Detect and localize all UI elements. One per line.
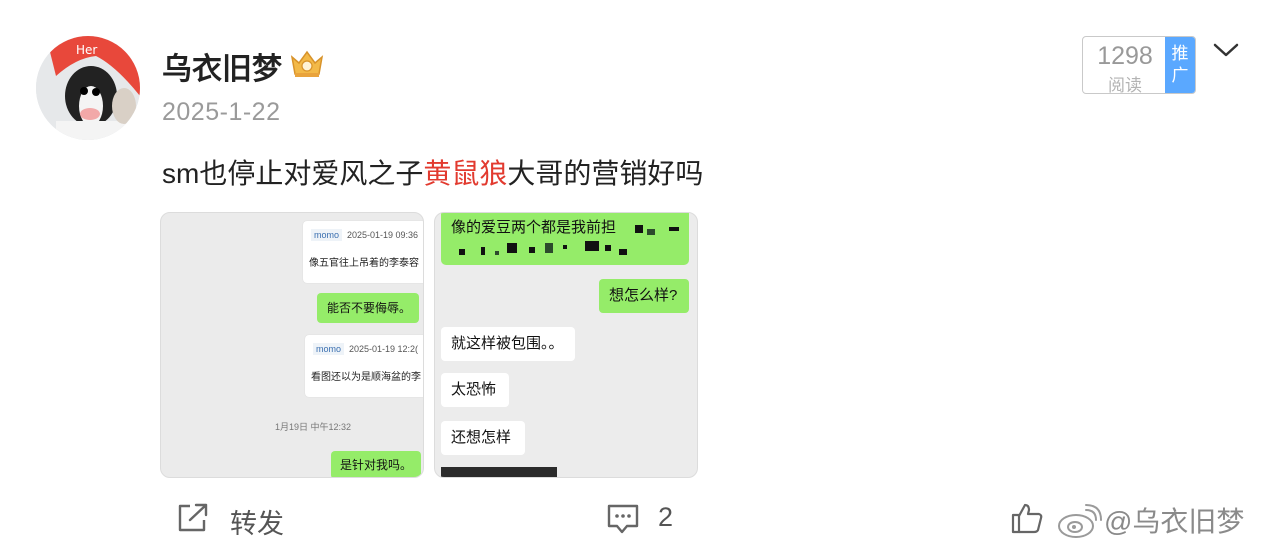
censor-bar — [441, 467, 557, 477]
svg-text:Her: Her — [76, 43, 97, 57]
post-date: 2025-1-22 — [162, 98, 281, 126]
comment-icon[interactable] — [606, 503, 640, 535]
promote-label-1: 推 — [1171, 44, 1189, 63]
post-image-1[interactable]: momo 2025-01-19 09:36 像五官往上吊着的李泰容 能否不要侮辱… — [160, 212, 424, 478]
chat-timestamp: 1月19日 中午12:32 — [275, 422, 352, 432]
chat-bubble-sent: 能否不要侮辱。 — [317, 293, 419, 323]
repost-label[interactable]: 转发 — [230, 502, 284, 541]
promote-label-2: 广 — [1171, 66, 1189, 85]
card-text: 像五官往上吊着的李泰容 — [309, 258, 419, 269]
weibo-post: Her 乌衣旧梦 2025-1-22 1298 阅读 推 广 sm也停止对爱风之… — [0, 0, 1282, 556]
view-count-label: 阅读 — [1108, 76, 1142, 94]
watermark-text: @乌衣旧梦 — [1104, 506, 1245, 537]
quoted-comment-card-1: momo 2025-01-19 09:36 像五官往上吊着的李泰容 — [303, 221, 423, 283]
promote-button[interactable]: 推 广 — [1165, 37, 1195, 93]
chevron-down-icon[interactable] — [1212, 40, 1240, 60]
crown-badge-icon — [290, 50, 324, 77]
chat-bubble-sent: 是针对我吗。 — [331, 451, 421, 477]
avatar[interactable]: Her — [36, 36, 140, 140]
post-text-part-1: sm也停止对爱风之子 — [162, 158, 424, 189]
chat-bubble-sent: 像的爱豆两个都是我前担 — [441, 213, 689, 265]
card-username: momo — [313, 343, 345, 355]
view-count-box: 1298 阅读 推 广 — [1082, 36, 1196, 94]
post-text-highlight[interactable]: 黄鼠狼 — [423, 158, 507, 189]
avatar-dog-image: Her — [36, 36, 140, 140]
chat-bubble-received: 太恐怖 — [441, 373, 509, 407]
quoted-comment-card-2: momo 2025-01-19 12:2( 看图还以为是顺海盆的李 — [305, 335, 423, 397]
card-date: 2025-01-19 12:2( — [349, 344, 419, 354]
post-image-2[interactable]: 像的爱豆两个都是我前担 想怎么样? 就这样被包围。。 太恐怖 还想怎样 — [434, 212, 698, 478]
post-text: sm也停止对爱风之子黄鼠狼大哥的营销好吗 — [162, 152, 703, 192]
post-text-part-2: 大哥的营销好吗 — [507, 158, 704, 189]
view-count: 1298 — [1097, 42, 1153, 70]
username[interactable]: 乌衣旧梦 — [162, 44, 282, 88]
chat-bubble-text: 像的爱豆两个都是我前担 — [451, 219, 617, 236]
chat-bubble-received: 还想怎样 — [441, 421, 525, 455]
weibo-logo-icon — [1058, 504, 1102, 538]
comment-count[interactable]: 2 — [658, 502, 673, 533]
like-icon[interactable] — [1010, 502, 1044, 534]
card-text: 看图还以为是顺海盆的李 — [311, 372, 421, 383]
chat-bubble-sent: 想怎么样? — [599, 279, 689, 313]
chat-bubble-received: 就这样被包围。。 — [441, 327, 575, 361]
repost-icon[interactable] — [176, 502, 210, 534]
card-date: 2025-01-19 09:36 — [347, 230, 419, 240]
card-username: momo — [311, 229, 343, 241]
